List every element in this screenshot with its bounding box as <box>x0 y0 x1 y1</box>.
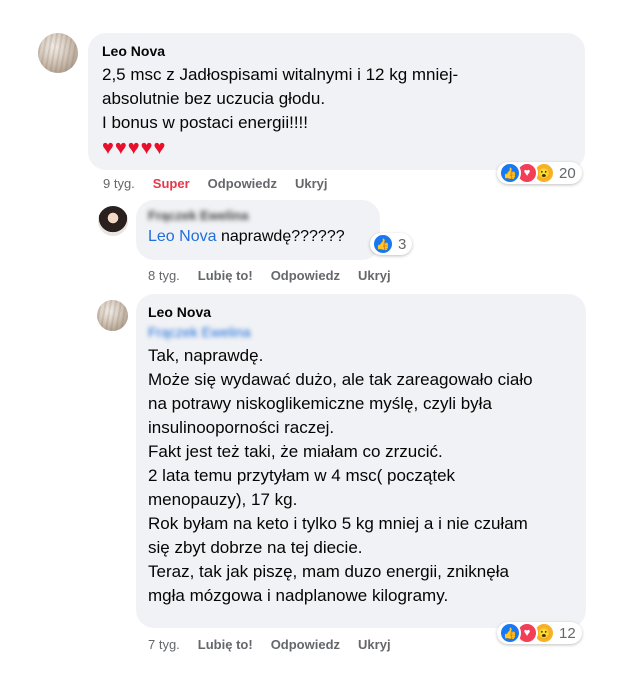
timestamp[interactable]: 8 tyg. <box>148 268 180 283</box>
reaction-count: 20 <box>559 164 576 182</box>
comment-actions: 7 tyg. Lubię to! Odpowiedz Ukryj <box>148 637 409 652</box>
reply-button[interactable]: Odpowiedz <box>271 637 340 652</box>
reaction-summary[interactable]: 👍 ♥ 😮 12 <box>497 622 582 644</box>
timestamp[interactable]: 9 tyg. <box>103 176 135 191</box>
comment-author[interactable]: Frączek Ewelina <box>148 208 368 223</box>
comment-author[interactable]: Leo Nova <box>102 43 571 59</box>
reaction-count: 12 <box>559 624 576 642</box>
like-icon: 👍 <box>372 233 394 255</box>
comment-text: Leo Nova naprawdę?????? <box>148 228 345 245</box>
avatar[interactable] <box>98 206 128 236</box>
reaction-summary[interactable]: 👍 3 <box>370 233 413 255</box>
timestamp[interactable]: 7 tyg. <box>148 637 180 652</box>
comment-bubble: Leo Nova 2,5 msc z Jadłospisami witalnym… <box>88 33 585 170</box>
hide-button[interactable]: Ukryj <box>358 637 391 652</box>
comment-text: 2,5 msc z Jadłospisami witalnymi i 12 kg… <box>102 65 459 132</box>
hide-button[interactable]: Ukryj <box>295 176 328 191</box>
comment-actions: 9 tyg. Super Odpowiedz Ukryj <box>103 176 346 191</box>
hearts-emoji: ♥♥♥♥♥ <box>102 137 167 159</box>
comment-actions: 8 tyg. Lubię to! Odpowiedz Ukryj <box>148 268 409 283</box>
like-icon: 👍 <box>499 162 521 184</box>
reply-button[interactable]: Odpowiedz <box>271 268 340 283</box>
avatar[interactable] <box>97 300 128 331</box>
mention-link[interactable]: Frączek Ewelina <box>148 324 574 340</box>
hide-button[interactable]: Ukryj <box>358 268 391 283</box>
reply-button[interactable]: Odpowiedz <box>208 176 277 191</box>
reaction-button[interactable]: Super <box>153 176 190 191</box>
comment-text: Tak, naprawdę. Może się wydawać dużo, al… <box>148 346 533 605</box>
like-button[interactable]: Lubię to! <box>198 637 253 652</box>
like-button[interactable]: Lubię to! <box>198 268 253 283</box>
avatar[interactable] <box>38 33 78 73</box>
reaction-count: 3 <box>398 235 407 253</box>
reaction-summary[interactable]: 👍 ♥ 😮 20 <box>497 162 582 184</box>
comment-bubble: Frączek Ewelina Leo Nova naprawdę?????? <box>136 200 380 260</box>
comment-bubble: Leo Nova Frączek Ewelina Tak, naprawdę. … <box>136 294 586 628</box>
like-icon: 👍 <box>499 622 521 644</box>
mention-link[interactable]: Leo Nova <box>148 228 217 245</box>
comment-author[interactable]: Leo Nova <box>148 304 574 320</box>
